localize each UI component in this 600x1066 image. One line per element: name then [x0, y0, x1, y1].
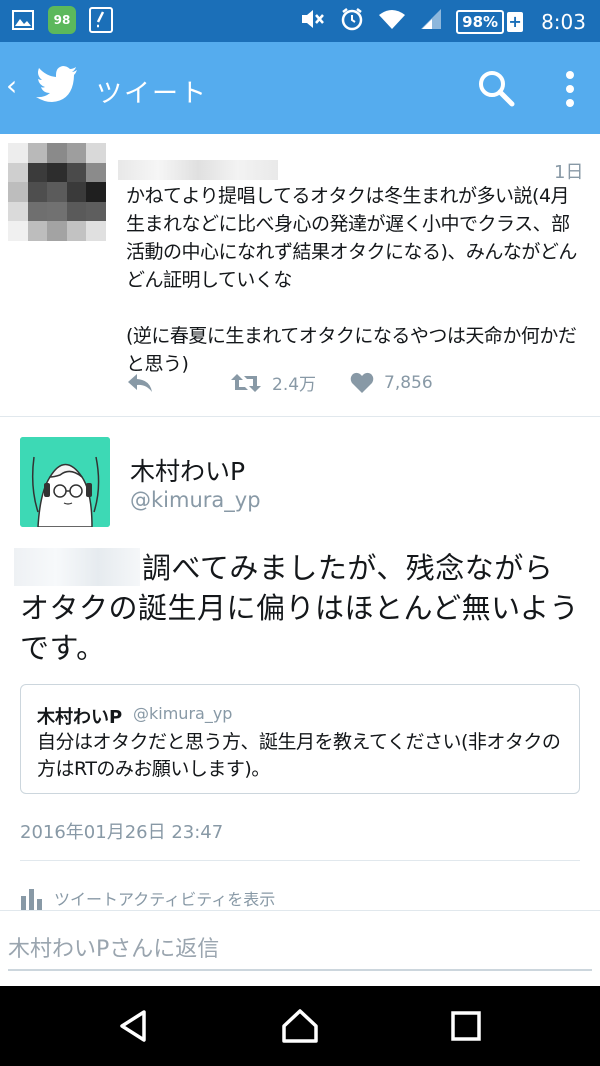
- status-bar: 98 98% + 8:03: [0, 0, 600, 42]
- image-icon: [10, 7, 36, 33]
- frog-app-icon: 98: [48, 6, 76, 34]
- author-handle[interactable]: @kimura_yp: [130, 488, 261, 512]
- prior-tweet[interactable]: 1日 かねてより提唱してるオタクは冬生まれが多い説(4月生まれなどに比べ身心の発…: [0, 134, 600, 417]
- battery-icon: 98% +: [456, 9, 524, 34]
- home-icon[interactable]: [280, 1006, 320, 1046]
- bar-chart-icon: [21, 889, 42, 910]
- avatar[interactable]: [8, 143, 106, 241]
- tweet-body: 調べてみましたが、残念ながらオタクの誕生月に偏りはほとんど無いようです。: [20, 551, 580, 665]
- back-button[interactable]: ‹: [6, 72, 28, 106]
- wifi-icon: [378, 8, 406, 35]
- heart-icon: [350, 372, 374, 393]
- quoted-tweet[interactable]: 木村わいP @kimura_yp 自分はオタクだと思う方、誕生月を教えてください…: [20, 684, 580, 794]
- quoted-author-handle: @kimura_yp: [133, 704, 233, 723]
- mute-icon: [300, 8, 326, 35]
- retweet-icon: [231, 373, 261, 392]
- author-name[interactable]: 木村わいP: [130, 452, 245, 488]
- back-icon[interactable]: [114, 1006, 154, 1046]
- retweet-count: 2.4万: [272, 375, 317, 395]
- navigation-bar: [0, 986, 600, 1066]
- charging-indicator: +: [507, 11, 524, 32]
- like-button[interactable]: 7,856: [350, 372, 433, 394]
- twitter-bird-icon: [36, 66, 78, 106]
- tweet-actions: 2.4万 7,856: [126, 370, 433, 395]
- search-icon[interactable]: [476, 68, 520, 112]
- edit-icon: [88, 7, 114, 33]
- reply-input[interactable]: [8, 929, 592, 971]
- more-vert-icon[interactable]: [556, 68, 584, 112]
- tweet-activity-link[interactable]: ツイートアクティビティを表示: [20, 886, 275, 910]
- divider: [20, 860, 580, 861]
- avatar[interactable]: [20, 437, 110, 527]
- battery-level: 98%: [456, 9, 505, 34]
- activity-label: ツイートアクティビティを表示: [54, 890, 276, 909]
- page-title: ツイート: [96, 79, 209, 109]
- quoted-tweet-text: 自分はオタクだと思う方、誕生月を教えてください(非オタクの方はRTのみお願いしま…: [37, 731, 561, 780]
- reply-icon[interactable]: [126, 372, 230, 394]
- retweet-button[interactable]: 2.4万: [230, 370, 350, 395]
- signal-icon: [420, 8, 442, 35]
- tweet-time: 1日: [554, 162, 584, 183]
- alarm-icon: [340, 7, 364, 36]
- author-name-redacted: [118, 160, 278, 180]
- app-bar: ‹ ツイート: [0, 42, 600, 134]
- tweet-timestamp: 2016年01月26日 23:47: [20, 822, 224, 843]
- tweet-text: 調べてみましたが、残念ながらオタクの誕生月に偏りはほとんど無いようです。: [20, 548, 580, 668]
- like-count: 7,856: [384, 372, 433, 393]
- quoted-author-name: 木村わいP: [37, 707, 123, 728]
- tweet-text: かねてより提唱してるオタクは冬生まれが多い説(4月生まれなどに比べ身心の発達が遅…: [126, 185, 577, 375]
- clock: 8:03: [541, 9, 586, 34]
- recents-icon[interactable]: [446, 1006, 486, 1046]
- reply-bar: [0, 910, 600, 987]
